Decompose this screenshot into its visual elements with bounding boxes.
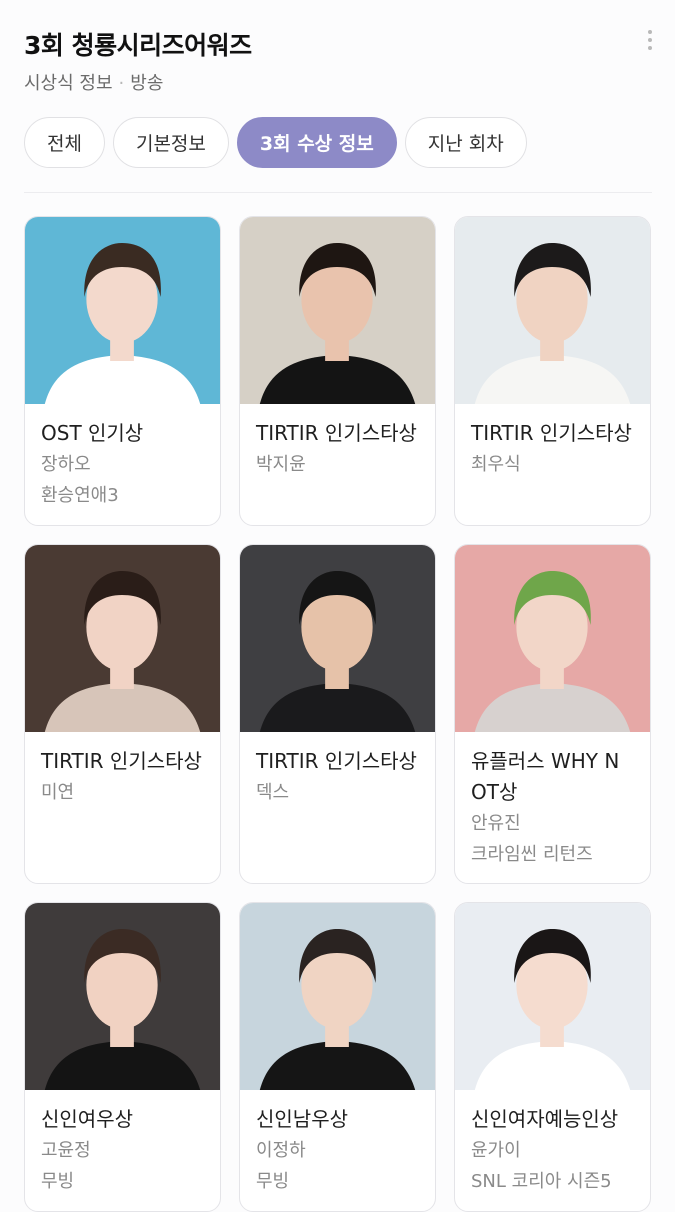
winner-name[interactable]: 박지윤 [256, 449, 419, 480]
divider [24, 192, 652, 193]
award-title: TIRTIR 인기스타상 [256, 421, 417, 445]
winner-name[interactable]: 최우식 [471, 449, 634, 480]
tab-basic-info[interactable]: 기본정보 [112, 117, 229, 168]
winner-photo[interactable] [25, 217, 220, 404]
award-info: TIRTIR 인기스타상박지윤 [240, 404, 435, 480]
award-card[interactable]: 유플러스 WHY NOT상안유진 크라임씬 리턴즈 [454, 544, 651, 884]
award-info: TIRTIR 인기스타상최우식 [455, 404, 650, 480]
winner-photo[interactable] [455, 545, 650, 732]
award-card[interactable]: OST 인기상장하오 환승연애3 [24, 216, 221, 526]
winner-work[interactable]: SNL 코리아 시즌5 [471, 1166, 634, 1197]
award-title: TIRTIR 인기스타상 [256, 749, 417, 773]
award-title: 신인여자예능인상 [471, 1107, 619, 1131]
award-info: 신인여우상고윤정 무빙 [25, 1090, 220, 1197]
tab-award-info[interactable]: 3회 수상 정보 [236, 117, 397, 168]
breadcrumb-item-ceremony[interactable]: 시상식 정보 [24, 73, 113, 94]
award-info: 유플러스 WHY NOT상안유진 크라임씬 리턴즈 [455, 732, 650, 870]
award-info: TIRTIR 인기스타상미연 [25, 732, 220, 808]
winner-photo[interactable] [25, 903, 220, 1090]
tab-all[interactable]: 전체 [24, 117, 105, 168]
award-card[interactable]: TIRTIR 인기스타상미연 [24, 544, 221, 884]
award-info: OST 인기상장하오 환승연애3 [25, 404, 220, 511]
award-title: 신인남우상 [256, 1107, 348, 1131]
winner-photo[interactable] [455, 217, 650, 404]
header: 3회 청룡시리즈어워즈 시상식 정보 · 방송 [0, 0, 675, 110]
page-title: 3회 청룡시리즈어워즈 [24, 31, 252, 60]
award-title: OST 인기상 [41, 421, 144, 445]
award-card[interactable]: 신인여자예능인상윤가이 SNL 코리아 시즌5 [454, 902, 651, 1212]
winner-photo[interactable] [25, 545, 220, 732]
winner-work[interactable]: 크라임씬 리턴즈 [471, 839, 634, 870]
winner-name[interactable]: 이정하 [256, 1135, 419, 1166]
award-title: TIRTIR 인기스타상 [41, 749, 202, 773]
breadcrumb-separator: · [118, 73, 125, 94]
winner-photo[interactable] [240, 545, 435, 732]
award-title: TIRTIR 인기스타상 [471, 421, 632, 445]
award-info: 신인남우상이정하 무빙 [240, 1090, 435, 1197]
award-info: 신인여자예능인상윤가이 SNL 코리아 시즌5 [455, 1090, 650, 1197]
winner-work[interactable]: 무빙 [256, 1166, 419, 1197]
award-card[interactable]: TIRTIR 인기스타상덱스 [239, 544, 436, 884]
award-card[interactable]: TIRTIR 인기스타상최우식 [454, 216, 651, 526]
tab-bar: 전체 기본정보 3회 수상 정보 지난 회차 [24, 117, 527, 170]
winner-name[interactable]: 안유진 [471, 808, 634, 839]
winner-photo[interactable] [455, 903, 650, 1090]
winner-photo[interactable] [240, 903, 435, 1090]
award-card[interactable]: TIRTIR 인기스타상박지윤 [239, 216, 436, 526]
award-title: 신인여우상 [41, 1107, 133, 1131]
breadcrumb: 시상식 정보 · 방송 [24, 69, 163, 95]
more-options-icon[interactable] [645, 30, 655, 56]
winner-work[interactable]: 환승연애3 [41, 480, 204, 511]
winner-name[interactable]: 덱스 [256, 777, 419, 808]
tab-past-editions[interactable]: 지난 회차 [404, 117, 527, 168]
winner-name[interactable]: 고윤정 [41, 1135, 204, 1166]
award-title: 유플러스 WHY NOT상 [471, 749, 620, 804]
winner-work[interactable]: 무빙 [41, 1166, 204, 1197]
award-card[interactable]: 신인남우상이정하 무빙 [239, 902, 436, 1212]
winner-name[interactable]: 장하오 [41, 449, 204, 480]
award-info: TIRTIR 인기스타상덱스 [240, 732, 435, 808]
award-card[interactable]: 신인여우상고윤정 무빙 [24, 902, 221, 1212]
winner-name[interactable]: 미연 [41, 777, 204, 808]
winner-name[interactable]: 윤가이 [471, 1135, 634, 1166]
breadcrumb-item-broadcast[interactable]: 방송 [130, 73, 163, 94]
winner-photo[interactable] [240, 217, 435, 404]
